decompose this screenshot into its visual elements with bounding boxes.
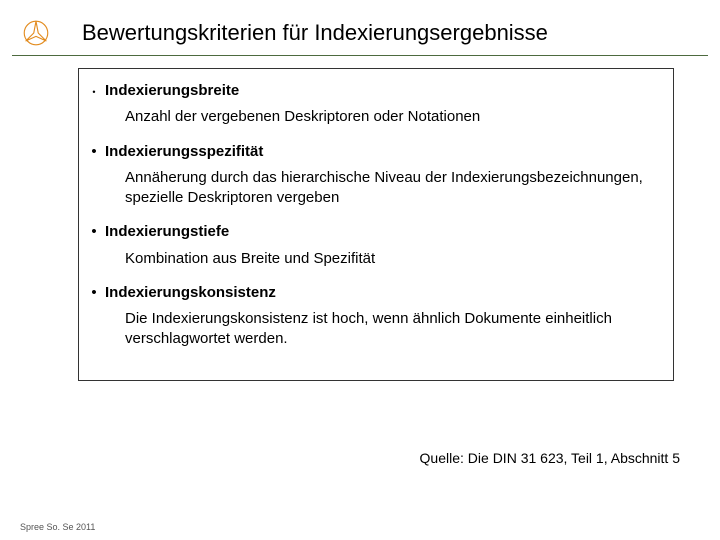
item-heading-text: Indexierungskonsistenz	[105, 283, 276, 303]
item-description: Kombination aus Breite und Spezifität	[125, 249, 659, 269]
logo-wrap	[12, 19, 82, 47]
item-description: Anzahl der vergebenen Deskriptoren oder …	[125, 107, 659, 127]
footer-text: Spree So. Se 2011	[20, 522, 95, 532]
item-heading-text: Indexierungsbreite	[105, 81, 239, 101]
list-item: • Indexierungskonsistenz Die Indexierung…	[85, 283, 659, 350]
list-item: • Indexierungstiefe Kombination aus Brei…	[85, 222, 659, 269]
item-heading: • Indexierungsspezifität	[85, 142, 659, 162]
slide: Bewertungskriterien für Indexierungserge…	[0, 0, 720, 540]
item-heading-text: Indexierungstiefe	[105, 222, 229, 242]
source-citation: Quelle: Die DIN 31 623, Teil 1, Abschnit…	[420, 450, 680, 466]
bullet-icon: •	[85, 142, 103, 162]
slide-title: Bewertungskriterien für Indexierungserge…	[82, 20, 548, 46]
item-heading-text: Indexierungsspezifität	[105, 142, 263, 162]
item-heading: • Indexierungsbreite	[85, 81, 659, 101]
item-description: Die Indexierungskonsistenz ist hoch, wen…	[125, 309, 659, 350]
item-description: Annäherung durch das hierarchische Nivea…	[125, 168, 659, 209]
list-item: • Indexierungsbreite Anzahl der vergeben…	[85, 81, 659, 128]
bullet-icon: •	[85, 222, 103, 242]
star-icon	[22, 19, 50, 47]
title-row: Bewertungskriterien für Indexierungserge…	[12, 10, 708, 56]
bullet-icon: •	[85, 86, 103, 98]
item-heading: • Indexierungskonsistenz	[85, 283, 659, 303]
bullet-icon: •	[85, 283, 103, 303]
list-item: • Indexierungsspezifität Annäherung durc…	[85, 142, 659, 209]
content-box: • Indexierungsbreite Anzahl der vergeben…	[78, 68, 674, 381]
item-heading: • Indexierungstiefe	[85, 222, 659, 242]
